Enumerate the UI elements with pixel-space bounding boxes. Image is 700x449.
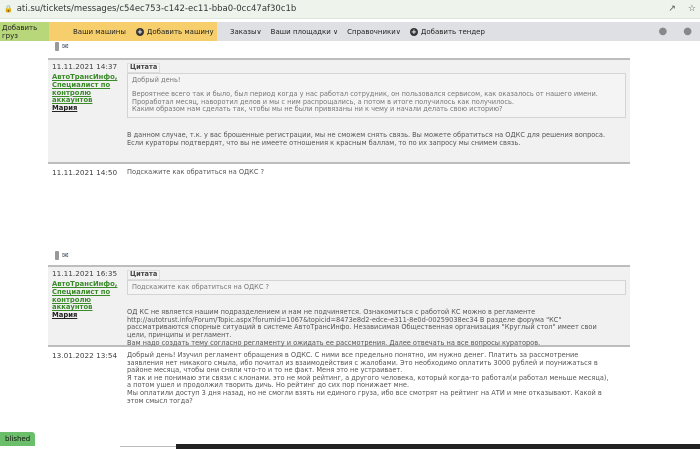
plus-icon: + xyxy=(135,27,144,36)
message-body: Цитата Добрый день! Вероятнее всего так … xyxy=(127,63,626,147)
url-text[interactable]: ati.su/tickets/messages/c54ec753-c142-ec… xyxy=(17,4,657,14)
message-item: 11.11.2021 14:50 Подскажите как обратить… xyxy=(48,166,630,186)
nav-orders-label: Заказы xyxy=(230,27,257,36)
nav-add-truck-label: Добавить машину xyxy=(146,27,214,36)
author-org-link[interactable]: АвтоТрансИнфо, Специалист по контролю ак… xyxy=(52,73,122,105)
nav-add-tender[interactable]: + Добавить тендер xyxy=(409,27,485,36)
status-badge: blished xyxy=(0,432,36,446)
nav-add-truck[interactable]: + Добавить машину xyxy=(135,27,214,36)
search-user-icon[interactable]: ● xyxy=(659,26,668,37)
top-nav: Добавить груз Ваши машины + Добавить маши… xyxy=(0,22,700,41)
message-text-line: Подскажите как обратиться на ОДКС ? xyxy=(127,168,265,176)
message-date: 11.11.2021 16:35 xyxy=(52,269,118,278)
address-bar[interactable]: 🔒 ati.su/tickets/messages/c54ec753-c142-… xyxy=(0,0,700,19)
divider xyxy=(120,446,176,447)
message-item: 11.11.2021 14:37 АвтоТрансИнфо, Специали… xyxy=(48,58,630,164)
message-tools: ✉ xyxy=(55,42,69,51)
nav-platforms[interactable]: Ваши площадки ∨ xyxy=(271,28,338,36)
message-date: 11.11.2021 14:50 xyxy=(52,168,118,177)
quote-label: Цитата xyxy=(127,270,161,280)
nav-your-trucks[interactable]: Ваши машины xyxy=(73,28,126,36)
message-tools: ✉ xyxy=(55,251,69,260)
message-body: Подскажите как обратиться на ОДКС ? xyxy=(127,168,626,177)
quote-box: Подскажите как обратиться на ОДКС ? xyxy=(127,279,626,296)
quote-line: Каким образом нам сделать так, чтобы мы … xyxy=(132,105,503,114)
quote-line: Подскажите как обратиться на ОДКС ? xyxy=(132,282,270,291)
message-text-line: Мы оплатили доступ 3 дня назад, но не см… xyxy=(127,388,602,397)
plus-icon: + xyxy=(409,27,418,36)
chevron-down-icon: ∨ xyxy=(256,27,262,36)
message-text-line: Если кураторы подтвердят, что вы не имее… xyxy=(127,138,521,147)
chat-icon[interactable]: ● xyxy=(683,26,692,37)
message-author: АвтоТрансИнфо, Специалист по контролю ак… xyxy=(52,73,122,113)
nav-add-cargo[interactable]: Добавить груз xyxy=(0,22,49,41)
message-date: 13.01.2022 13:54 xyxy=(52,351,118,360)
message-body: Цитата Подскажите как обратиться на ОДКС… xyxy=(127,270,626,347)
quote-label: Цитата xyxy=(127,63,161,73)
phone-icon[interactable] xyxy=(55,251,59,260)
nav-orders[interactable]: Заказы∨ xyxy=(230,28,262,36)
nav-references[interactable]: Справочники∨ xyxy=(347,28,401,36)
message-text-line: этом смысл тогда? xyxy=(127,396,193,405)
mail-icon[interactable]: ✉ xyxy=(62,42,69,51)
chevron-down-icon: ∨ xyxy=(333,27,339,36)
message-author: АвтоТрансИнфо, Специалист по контролю ак… xyxy=(52,280,122,320)
message-text-line: Вам надо создать тему согласно регламент… xyxy=(127,338,541,347)
quote-box: Добрый день! Вероятнее всего так и было,… xyxy=(127,72,626,118)
chevron-down-icon: ∨ xyxy=(395,27,401,36)
message-body: Добрый день! Изучил регламент обращения … xyxy=(127,351,626,405)
nav-references-label: Справочники xyxy=(347,27,396,36)
mail-icon[interactable]: ✉ xyxy=(62,251,69,260)
nav-add-tender-label: Добавить тендер xyxy=(420,27,485,36)
author-org-link[interactable]: АвтоТрансИнфо, Специалист по контролю ак… xyxy=(52,280,122,312)
nav-platforms-label: Ваши площадки xyxy=(270,27,331,36)
quote-line: Добрый день! xyxy=(132,75,181,84)
author-name[interactable]: Мария xyxy=(52,104,122,113)
phone-icon[interactable] xyxy=(55,42,59,51)
message-date: 11.11.2021 14:37 xyxy=(52,62,118,71)
nav-add-cargo-label: Добавить груз xyxy=(2,23,38,40)
author-name[interactable]: Мария xyxy=(52,311,122,320)
message-item: 11.11.2021 16:35 АвтоТрансИнфо, Специали… xyxy=(48,265,630,347)
share-icon[interactable]: ↗ xyxy=(668,4,676,14)
lock-icon: 🔒 xyxy=(4,5,13,13)
bookmark-star-icon[interactable]: ☆ xyxy=(688,4,696,14)
bottom-bar xyxy=(176,444,700,449)
message-item: 13.01.2022 13:54 Добрый день! Изучил рег… xyxy=(48,349,630,419)
